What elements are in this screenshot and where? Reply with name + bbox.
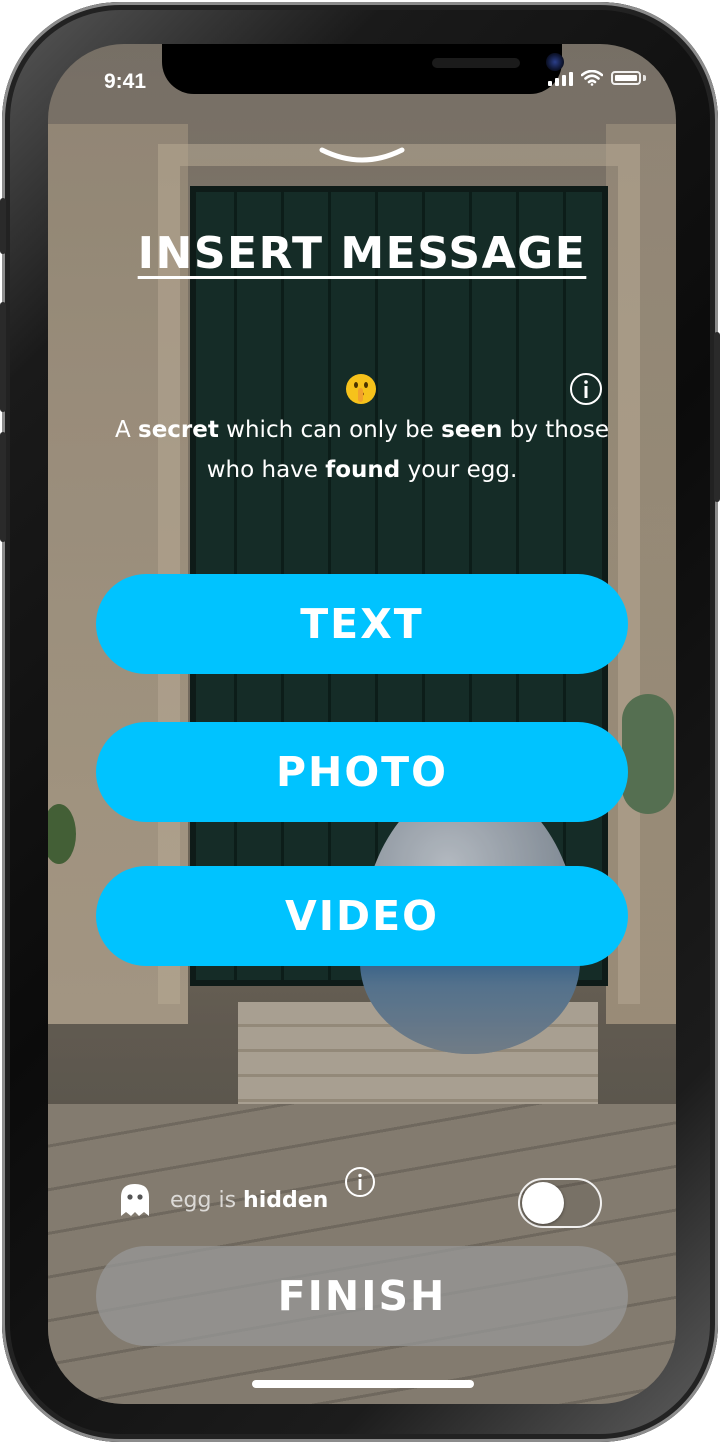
- chevron-down-icon[interactable]: [318, 144, 406, 172]
- home-indicator[interactable]: [252, 1380, 474, 1388]
- page-title: INSERT MESSAGE: [137, 228, 587, 279]
- cellular-signal-icon: [548, 70, 573, 86]
- volume-down-button: [0, 432, 6, 542]
- hidden-info-icon[interactable]: [344, 1166, 376, 1198]
- mute-switch: [0, 198, 6, 254]
- phone-frame: 9:41 INSERT MESSAGE A secret which can o…: [0, 2, 720, 1442]
- video-button[interactable]: VIDEO: [96, 866, 628, 966]
- hidden-toggle[interactable]: [518, 1178, 602, 1228]
- ghost-icon: [121, 1184, 149, 1216]
- power-button: [714, 332, 720, 502]
- message-description: A secret which can only be seen by those…: [114, 417, 610, 483]
- notch: [162, 44, 564, 94]
- toggle-knob: [522, 1182, 564, 1224]
- shushing-face-emoji: [346, 374, 376, 404]
- info-icon[interactable]: [569, 372, 603, 406]
- speaker-grille: [432, 58, 520, 68]
- finish-button[interactable]: FINISH: [96, 1246, 628, 1346]
- battery-icon: [611, 71, 641, 85]
- status-time: 9:41: [104, 70, 147, 93]
- front-camera: [546, 53, 564, 71]
- volume-up-button: [0, 302, 6, 412]
- egg-visibility-label: egg is hidden: [170, 1187, 329, 1213]
- egg-visibility-row: egg is hidden: [118, 1182, 328, 1218]
- wifi-icon: [581, 70, 603, 86]
- photo-button[interactable]: PHOTO: [96, 722, 628, 822]
- text-button[interactable]: TEXT: [96, 574, 628, 674]
- status-icons: [548, 70, 646, 86]
- app-screen: 9:41 INSERT MESSAGE A secret which can o…: [48, 44, 676, 1404]
- battery-nub: [643, 75, 646, 81]
